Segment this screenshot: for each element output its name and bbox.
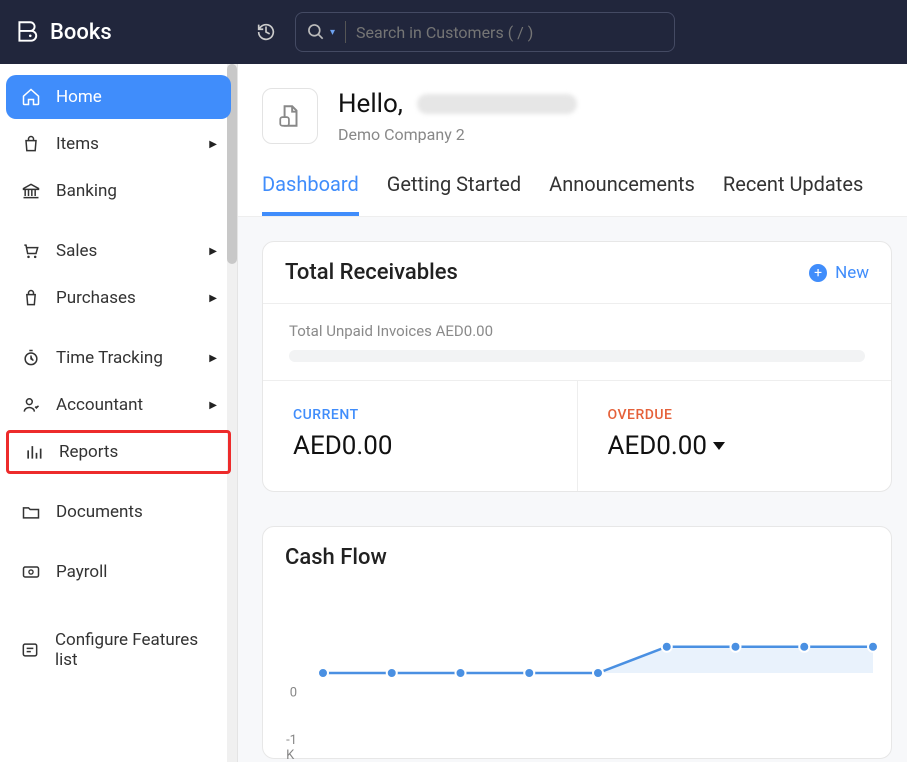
- greeting: Hello,: [338, 89, 577, 119]
- chevron-down-icon[interactable]: ▾: [330, 27, 335, 38]
- sidebar-item-payroll[interactable]: Payroll: [6, 550, 231, 594]
- overdue-dropdown[interactable]: AED0.00: [608, 431, 862, 461]
- sidebar-item-label: Configure Features list: [55, 630, 217, 670]
- sidebar-item-label: Payroll: [56, 562, 107, 582]
- sidebar-item-purchases[interactable]: Purchases ▶: [6, 276, 231, 320]
- tab-getting-started[interactable]: Getting Started: [387, 164, 521, 216]
- brand-name: Books: [50, 20, 112, 45]
- accountant-icon: [20, 394, 42, 416]
- sidebar-item-label: Accountant: [56, 395, 143, 415]
- sidebar-item-time-tracking[interactable]: Time Tracking ▶: [6, 336, 231, 380]
- receivables-subhead: Total Unpaid Invoices AED0.00: [263, 304, 891, 381]
- sidebar-item-documents[interactable]: Documents: [6, 490, 231, 534]
- current-label: CURRENT: [293, 407, 547, 423]
- main: Hello, Demo Company 2 Dashboard Getting …: [238, 64, 907, 762]
- settings-icon: [20, 639, 41, 661]
- search-icon[interactable]: ▾: [306, 22, 335, 42]
- folder-icon: [20, 501, 42, 523]
- sidebar-item-accountant[interactable]: Accountant ▶: [6, 383, 231, 427]
- topbar: Books ▾: [0, 0, 907, 64]
- history-icon[interactable]: [255, 21, 277, 43]
- sidebar-item-sales[interactable]: Sales ▶: [6, 229, 231, 273]
- sidebar-item-label: Sales: [56, 241, 97, 261]
- org-avatar[interactable]: [262, 88, 318, 144]
- chevron-down-icon: [713, 442, 725, 450]
- layout: Home Items ▶ Banking Sales ▶ Purchases ▶: [0, 64, 907, 762]
- sidebar-item-reports[interactable]: Reports: [6, 430, 231, 474]
- y-tick-0: 0: [290, 685, 297, 700]
- brand[interactable]: Books: [14, 19, 239, 45]
- overdue-value: AED0.00: [608, 431, 708, 461]
- topbar-actions: ▾: [239, 12, 893, 52]
- overdue-label: OVERDUE: [608, 407, 862, 423]
- current-value: AED0.00: [293, 431, 547, 461]
- bag-icon: [20, 133, 42, 155]
- payroll-icon: [20, 561, 42, 583]
- y-tick-neg1k: -1 K: [286, 733, 297, 762]
- receivables-title: Total Receivables: [285, 260, 458, 285]
- chevron-right-icon: ▶: [209, 293, 217, 304]
- chevron-right-icon: ▶: [209, 246, 217, 257]
- sidebar: Home Items ▶ Banking Sales ▶ Purchases ▶: [0, 64, 237, 695]
- tab-label: Announcements: [549, 172, 695, 196]
- tabs: Dashboard Getting Started Announcements …: [238, 158, 907, 217]
- receivables-split: CURRENT AED0.00 OVERDUE AED0.00: [263, 381, 891, 491]
- new-label: New: [835, 263, 869, 283]
- sidebar-item-items[interactable]: Items ▶: [6, 122, 231, 166]
- unpaid-invoices-text: Total Unpaid Invoices AED0.00: [289, 322, 865, 340]
- company-name: Demo Company 2: [338, 125, 577, 144]
- page-header: Hello, Demo Company 2: [238, 64, 907, 158]
- greeting-text: Hello,: [338, 89, 403, 119]
- new-receivable-button[interactable]: + New: [809, 263, 869, 283]
- tab-label: Getting Started: [387, 172, 521, 196]
- tab-label: Recent Updates: [723, 172, 863, 196]
- cashflow-chart: 0 -1 K: [303, 598, 883, 748]
- tab-dashboard[interactable]: Dashboard: [262, 164, 359, 216]
- cashflow-svg: [303, 598, 883, 748]
- chevron-right-icon: ▶: [209, 400, 217, 411]
- sidebar-item-label: Banking: [56, 181, 117, 201]
- cart-icon: [20, 240, 42, 262]
- sidebar-item-label: Purchases: [56, 288, 136, 308]
- sidebar-wrap: Home Items ▶ Banking Sales ▶ Purchases ▶: [0, 64, 238, 762]
- brand-logo-icon: [14, 19, 40, 45]
- dashboard-content: Total Receivables + New Total Unpaid Inv…: [238, 217, 907, 762]
- search-box[interactable]: ▾: [295, 12, 675, 52]
- sidebar-item-label: Documents: [56, 502, 143, 522]
- chart-icon: [23, 441, 45, 463]
- receivables-progress: [289, 350, 865, 362]
- home-icon: [20, 86, 42, 108]
- chevron-right-icon: ▶: [209, 353, 217, 364]
- sidebar-item-label: Home: [56, 87, 102, 107]
- receivables-card: Total Receivables + New Total Unpaid Inv…: [262, 241, 892, 492]
- sidebar-item-configure[interactable]: Configure Features list: [6, 628, 231, 672]
- sidebar-item-label: Items: [56, 134, 99, 154]
- sidebar-item-label: Time Tracking: [56, 348, 163, 368]
- cashflow-title: Cash Flow: [285, 545, 387, 570]
- bank-icon: [20, 180, 42, 202]
- tab-label: Dashboard: [262, 172, 359, 196]
- search-divider: [345, 21, 346, 43]
- tab-announcements[interactable]: Announcements: [549, 164, 695, 216]
- purchase-icon: [20, 287, 42, 309]
- search-input[interactable]: [356, 23, 664, 42]
- cashflow-card: Cash Flow 0 -1 K: [262, 526, 892, 759]
- stopwatch-icon: [20, 347, 42, 369]
- sidebar-item-home[interactable]: Home: [6, 75, 231, 119]
- tab-recent-updates[interactable]: Recent Updates: [723, 164, 863, 216]
- plus-icon: +: [809, 264, 827, 282]
- chevron-right-icon: ▶: [209, 139, 217, 150]
- sidebar-item-banking[interactable]: Banking: [6, 169, 231, 213]
- user-name-redacted: [417, 94, 577, 114]
- sidebar-item-label: Reports: [59, 442, 118, 462]
